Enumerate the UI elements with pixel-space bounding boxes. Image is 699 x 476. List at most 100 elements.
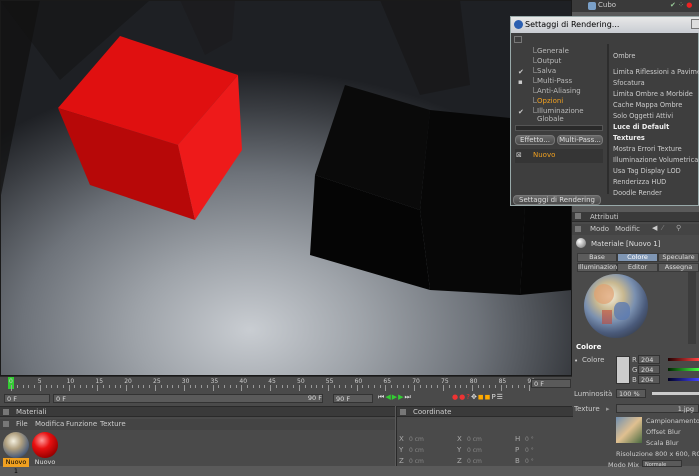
go-end-icon[interactable]: ⏭: [404, 393, 411, 401]
r-slider[interactable]: [668, 358, 699, 361]
texture-scale-blur[interactable]: Scala Blur: [646, 439, 679, 447]
option-limita-ombre[interactable]: Limita Ombre a Morbide: [613, 90, 693, 98]
texture-file-field[interactable]: 1.jpg: [616, 404, 699, 413]
texture-thumbnail[interactable]: [616, 417, 642, 443]
nav-item-salva[interactable]: ✔ Salva: [515, 67, 607, 77]
nav-item-multipass[interactable]: ▪ Multi-Pass: [515, 77, 607, 87]
playback-controls[interactable]: ⏮◀▶▶⏭: [378, 393, 412, 402]
timeline-menu-icon[interactable]: ☰: [497, 393, 504, 401]
scale-z-value[interactable]: 0 cm: [467, 458, 482, 465]
texture-arrow-icon[interactable]: ▸: [606, 405, 610, 413]
checkbox-icon[interactable]: ⊠: [516, 151, 522, 159]
menu-file[interactable]: File: [16, 420, 28, 428]
rot-b-value[interactable]: 0 °: [525, 458, 534, 465]
option-textures[interactable]: Textures: [613, 134, 645, 142]
texture-offset-blur[interactable]: Offset Blur: [646, 428, 681, 436]
nav-item-illuminazione-globale[interactable]: ✔ Illuminazione Globale: [515, 107, 607, 123]
texture-sampling[interactable]: Campionamento: [646, 417, 699, 425]
effects-list[interactable]: ⊠ Nuovo: [515, 149, 603, 163]
option-renderizza-hud[interactable]: Renderizza HUD: [613, 178, 666, 186]
record-controls[interactable]: ●●?✥◼◼P☰: [452, 393, 504, 401]
panel-grip-icon[interactable]: [400, 409, 406, 415]
dialog-titlebar[interactable]: Settaggi di Rendering...: [511, 17, 699, 33]
g-field[interactable]: 204: [638, 365, 660, 374]
close-icon[interactable]: [691, 19, 699, 29]
option-mostra-errori-texture[interactable]: Mostra Errori Texture: [613, 145, 682, 153]
timeline-tick-mark: [356, 385, 358, 391]
option-usa-tag-display-lod[interactable]: Usa Tag Display LOD: [613, 167, 681, 175]
object-name[interactable]: Cubo: [598, 1, 616, 9]
option-doodle-render[interactable]: Doodle Render: [613, 189, 662, 197]
option-sfocatura[interactable]: Sfocatura: [613, 79, 645, 87]
forward-arrow-icon[interactable]: ⁄: [662, 224, 663, 232]
current-frame-field[interactable]: 0 F: [531, 379, 571, 388]
timeline[interactable]: 051015202530354045505560657075808590 0 F…: [0, 376, 572, 406]
scale-x-value[interactable]: 0 cm: [467, 436, 482, 443]
b-field[interactable]: 204: [638, 375, 660, 384]
mode-menu[interactable]: Modo: [590, 225, 609, 233]
menu-grip-icon[interactable]: [3, 421, 9, 427]
effect-item-nuovo[interactable]: Nuovo: [533, 151, 555, 159]
rot-p-value[interactable]: 0 °: [525, 447, 534, 454]
nav-item-opzioni[interactable]: Opzioni: [515, 97, 607, 107]
option-ombre[interactable]: Ombre: [613, 52, 635, 60]
checkbox-icon[interactable]: ▪: [518, 78, 524, 86]
back-arrow-icon[interactable]: ◀: [652, 224, 657, 232]
rot-h-value[interactable]: 0 °: [525, 436, 534, 443]
render-settings-button[interactable]: Settaggi di Rendering: [513, 195, 601, 205]
panel-grip-icon[interactable]: [3, 409, 9, 415]
tab-assegna[interactable]: Assegna: [658, 263, 699, 272]
b-slider[interactable]: [668, 378, 699, 381]
nav-item-antialiasing[interactable]: Anti-Aliasing: [515, 87, 607, 97]
object-tags-icon[interactable]: ✔ ⁘ ●: [670, 1, 692, 9]
search-icon[interactable]: ⚲: [676, 224, 681, 232]
range-min-field[interactable]: 0 F: [53, 394, 323, 403]
nav-scrollbar[interactable]: [515, 125, 603, 131]
check-icon[interactable]: ✔: [518, 68, 524, 76]
color-label-icon[interactable]: •: [574, 357, 578, 365]
option-solo-oggetti-attivi[interactable]: Solo Oggetti Attivi: [613, 112, 673, 120]
r-field[interactable]: 204: [638, 355, 660, 364]
3d-viewport[interactable]: [0, 0, 572, 376]
g-slider[interactable]: [668, 368, 699, 371]
tab-editor[interactable]: Editor: [617, 263, 658, 272]
menu-modifica[interactable]: Modifica: [35, 420, 64, 428]
tab-speculare[interactable]: Speculare: [658, 253, 699, 262]
pos-y-value[interactable]: 0 cm: [409, 447, 424, 454]
material-thumb-nuovo-1[interactable]: [3, 432, 29, 458]
luminosity-slider[interactable]: [652, 392, 699, 395]
tab-illuminazione[interactable]: Illuminazione: [577, 263, 621, 272]
luminosity-field[interactable]: 100 %: [616, 389, 646, 398]
pos-x-value[interactable]: 0 cm: [409, 436, 424, 443]
nav-item-output[interactable]: Output: [515, 57, 607, 67]
check-icon[interactable]: ✔: [518, 108, 524, 116]
start-frame-field[interactable]: 0 F: [4, 394, 50, 403]
option-illuminazione-volumetrica[interactable]: Illuminazione Volumetrica: [613, 156, 698, 164]
attributes-scrollbar[interactable]: [688, 272, 696, 344]
menu-grip-icon[interactable]: [575, 226, 581, 232]
object-manager-row[interactable]: Cubo ✔ ⁘ ●: [572, 0, 699, 12]
pos-z-value[interactable]: 0 cm: [409, 458, 424, 465]
material-thumb-nuovo[interactable]: [32, 432, 58, 458]
tab-colore[interactable]: Colore: [617, 253, 658, 262]
rotate-key-icon[interactable]: ◼: [478, 393, 485, 401]
end-frame-field[interactable]: 90 F: [333, 394, 373, 403]
multipass-button[interactable]: Multi-Pass...: [557, 135, 603, 145]
timeline-tick-mark: [108, 385, 110, 388]
move-key-icon[interactable]: ✥: [471, 393, 478, 401]
grip-icon[interactable]: [514, 36, 522, 43]
effect-button[interactable]: Effetto...: [515, 135, 555, 145]
panel-grip-icon[interactable]: [575, 213, 581, 219]
option-limita-riflessioni[interactable]: Limita Riflessioni a Pavimento/Cielo: [613, 68, 699, 76]
menu-texture[interactable]: Texture: [100, 420, 126, 428]
scale-y-value[interactable]: 0 cm: [467, 447, 482, 454]
option-luce-di-default[interactable]: Luce di Default: [613, 123, 669, 131]
tab-base[interactable]: Base: [577, 253, 617, 262]
range-max-field[interactable]: 90 F: [296, 394, 324, 403]
color-swatch[interactable]: [616, 356, 630, 384]
timeline-ruler[interactable]: 051015202530354045505560657075808590: [0, 377, 554, 391]
modify-menu[interactable]: Modific: [615, 225, 640, 233]
option-cache-mappa-ombre[interactable]: Cache Mappa Ombre: [613, 101, 682, 109]
nav-item-generale[interactable]: Generale: [515, 47, 607, 57]
menu-funzione[interactable]: Funzione: [66, 420, 97, 428]
